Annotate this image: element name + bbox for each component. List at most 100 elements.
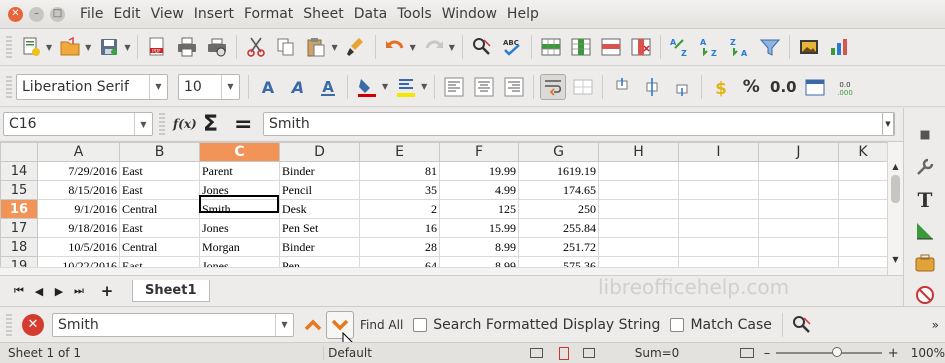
cell[interactable] <box>838 218 888 238</box>
cell[interactable] <box>758 199 839 219</box>
cell[interactable] <box>678 237 759 257</box>
document-modified-icon[interactable] <box>559 346 570 360</box>
first-sheet-icon[interactable]: ⏮ <box>12 284 26 298</box>
font-size-value[interactable]: 10 <box>179 79 221 95</box>
cell[interactable] <box>598 161 679 181</box>
find-replace-icon[interactable] <box>469 34 495 60</box>
column-header-g[interactable]: G <box>518 142 599 162</box>
menu-insert[interactable]: Insert <box>189 6 239 22</box>
cell[interactable]: 8.99 <box>439 237 519 257</box>
minimize-window-icon[interactable]: – <box>29 6 44 22</box>
cell[interactable]: East <box>119 180 200 200</box>
font-name-combo[interactable]: Liberation Serif ▼ <box>16 73 168 100</box>
cell[interactable] <box>598 199 679 219</box>
find-replace-dialog-icon[interactable] <box>789 312 815 338</box>
cell[interactable]: 28 <box>359 237 440 257</box>
selection-mode-icon[interactable] <box>529 348 544 358</box>
cell[interactable] <box>838 237 888 257</box>
align-top-icon[interactable] <box>609 74 635 100</box>
cell[interactable]: 9/18/2016 <box>37 218 120 238</box>
insert-image-icon[interactable] <box>796 34 822 60</box>
next-sheet-icon[interactable]: ▶ <box>52 285 66 298</box>
column-header-a[interactable]: A <box>37 142 120 162</box>
cell[interactable] <box>598 180 679 200</box>
page-style[interactable]: Default <box>328 346 520 360</box>
sum-display[interactable]: Sum=0 <box>635 346 741 360</box>
cell[interactable] <box>678 180 759 200</box>
cell[interactable]: Pen Set <box>279 218 360 238</box>
cell[interactable]: 1619.19 <box>518 161 599 181</box>
currency-icon[interactable]: $ <box>708 74 734 100</box>
column-header-d[interactable]: D <box>279 142 360 162</box>
match-case-checkbox[interactable] <box>670 317 685 332</box>
cell[interactable]: 255.84 <box>518 218 599 238</box>
cell[interactable]: 2 <box>359 199 440 219</box>
formula-equals-button[interactable]: = <box>234 112 252 137</box>
cell[interactable]: 174.65 <box>518 180 599 200</box>
cell[interactable] <box>678 218 759 238</box>
menu-window[interactable]: Window <box>437 6 502 22</box>
last-sheet-icon[interactable]: ⏭ <box>72 284 86 298</box>
select-all-corner[interactable] <box>0 142 38 162</box>
date-format-icon[interactable] <box>802 74 828 100</box>
cell[interactable]: 35 <box>359 180 440 200</box>
zoom-in-icon[interactable]: + <box>888 346 899 361</box>
font-name-value[interactable]: Liberation Serif <box>17 79 149 95</box>
more-options-icon[interactable]: » <box>932 318 939 332</box>
sort-icon[interactable]: AZ <box>667 34 693 60</box>
new-document-icon[interactable] <box>18 34 44 60</box>
sort-ascending-icon[interactable]: AZ <box>697 34 723 60</box>
cell[interactable]: 81 <box>359 161 440 181</box>
cell[interactable] <box>758 161 839 181</box>
formula-content[interactable]: Smith <box>264 116 894 132</box>
cell[interactable]: Pencil <box>279 180 360 200</box>
open-folder-icon[interactable] <box>57 34 83 60</box>
chevron-down-icon[interactable]: ▼ <box>134 113 152 135</box>
column-header-b[interactable]: B <box>119 142 200 162</box>
insert-row-icon[interactable] <box>538 34 564 60</box>
cell[interactable]: Binder <box>279 161 360 181</box>
row-header[interactable]: 14 <box>0 161 38 181</box>
cell[interactable] <box>598 237 679 257</box>
menu-sheet[interactable]: Sheet <box>298 6 348 22</box>
cell[interactable]: 251.72 <box>518 237 599 257</box>
spreadsheet-grid[interactable]: ABCDEFGHIJK 14 7/29/2016 East Parent Binder 8… <box>0 141 903 295</box>
cell[interactable]: East <box>119 218 200 238</box>
add-sheet-icon[interactable]: + <box>100 282 114 300</box>
cell[interactable] <box>678 161 759 181</box>
function-wizard-button[interactable]: f(x) <box>173 117 197 131</box>
zoom-out-icon[interactable]: – <box>764 346 771 361</box>
column-header-h[interactable]: H <box>598 142 679 162</box>
sort-descending-icon[interactable]: ZA <box>727 34 753 60</box>
scroll-down-icon[interactable]: ▼ <box>888 255 903 264</box>
sum-button[interactable]: Σ <box>203 112 218 137</box>
cell[interactable] <box>838 161 888 181</box>
column-header-k[interactable]: K <box>838 142 888 162</box>
cell[interactable]: 125 <box>439 199 519 219</box>
horizontal-scrollbar[interactable] <box>0 267 887 275</box>
cut-icon[interactable] <box>243 34 269 60</box>
properties-icon[interactable] <box>912 154 938 180</box>
undo-icon[interactable] <box>382 34 408 60</box>
search-input[interactable]: Smith ▼ <box>52 312 294 337</box>
column-header-j[interactable]: J <box>758 142 839 162</box>
align-center-icon[interactable] <box>471 74 497 100</box>
bold-icon[interactable]: A <box>255 74 281 100</box>
cell[interactable]: East <box>119 161 200 181</box>
cell[interactable]: Central <box>119 237 200 257</box>
menu-help[interactable]: Help <box>502 6 544 22</box>
expand-formula-icon[interactable]: ▼ <box>882 112 894 136</box>
column-header-c[interactable]: C <box>199 142 280 162</box>
insert-chart-icon[interactable] <box>826 34 852 60</box>
number-format-button[interactable]: 0.0 <box>768 74 798 100</box>
previous-sheet-icon[interactable]: ◀ <box>32 285 46 298</box>
cell[interactable]: 7/29/2016 <box>37 161 120 181</box>
styles-icon[interactable]: T <box>912 186 938 212</box>
italic-icon[interactable]: A <box>285 74 311 100</box>
autofilter-icon[interactable] <box>757 34 783 60</box>
chevron-down-icon[interactable]: ▼ <box>275 313 293 336</box>
find-previous-icon[interactable] <box>300 314 326 336</box>
search-formatted-checkbox[interactable] <box>413 317 428 332</box>
cell[interactable] <box>838 199 888 219</box>
navigator-icon[interactable] <box>912 250 938 276</box>
